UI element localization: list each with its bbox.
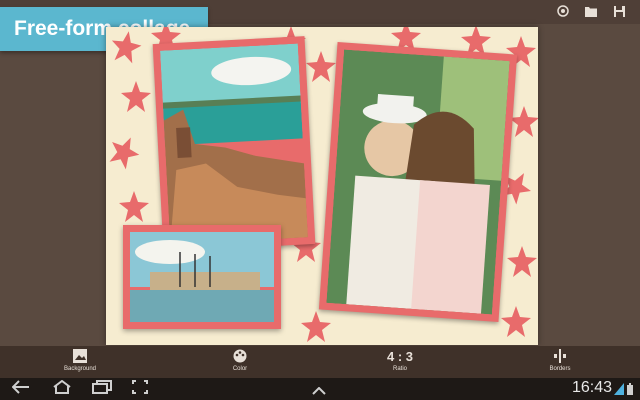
palette-icon (200, 348, 280, 364)
ratio-button[interactable]: 4 : 3 Ratio (360, 348, 440, 373)
harbor-photo (130, 232, 274, 322)
background-label: Background (63, 366, 97, 372)
ratio-label: Ratio (392, 366, 407, 372)
clock: 16:43 (571, 379, 612, 396)
color-button[interactable]: Color (200, 348, 280, 372)
borders-label: Borders (549, 366, 571, 372)
shutter-icon[interactable] (556, 4, 570, 18)
ratio-value: 4 : 3 (386, 348, 413, 364)
photo-frame-castle[interactable] (152, 36, 316, 252)
screenshot-icon[interactable] (132, 380, 148, 397)
collage-canvas[interactable] (106, 27, 538, 345)
recent-apps-icon[interactable] (92, 380, 112, 397)
battery-icon (626, 382, 634, 400)
photo-frame-harbor[interactable] (123, 225, 281, 329)
borders-button[interactable]: Borders (520, 348, 600, 372)
back-icon[interactable] (11, 380, 30, 397)
wifi-icon (614, 382, 624, 400)
ratio-icon: 4 : 3 (360, 348, 440, 364)
system-navigation-bar: 16:43 (0, 378, 640, 400)
borders-icon (520, 348, 600, 364)
chevron-up-icon[interactable] (312, 382, 326, 398)
save-icon[interactable] (612, 4, 626, 18)
background-button[interactable]: Background (40, 348, 120, 372)
home-icon[interactable] (52, 379, 72, 397)
folder-icon[interactable] (584, 4, 598, 18)
couple-photo (326, 49, 510, 315)
color-label: Color (232, 366, 248, 372)
photo-frame-couple[interactable] (318, 42, 518, 322)
castle-photo (160, 43, 308, 245)
background-icon (40, 348, 120, 364)
editor-toolbar: Background Color 4 : 3 Ratio Borders (0, 346, 640, 378)
